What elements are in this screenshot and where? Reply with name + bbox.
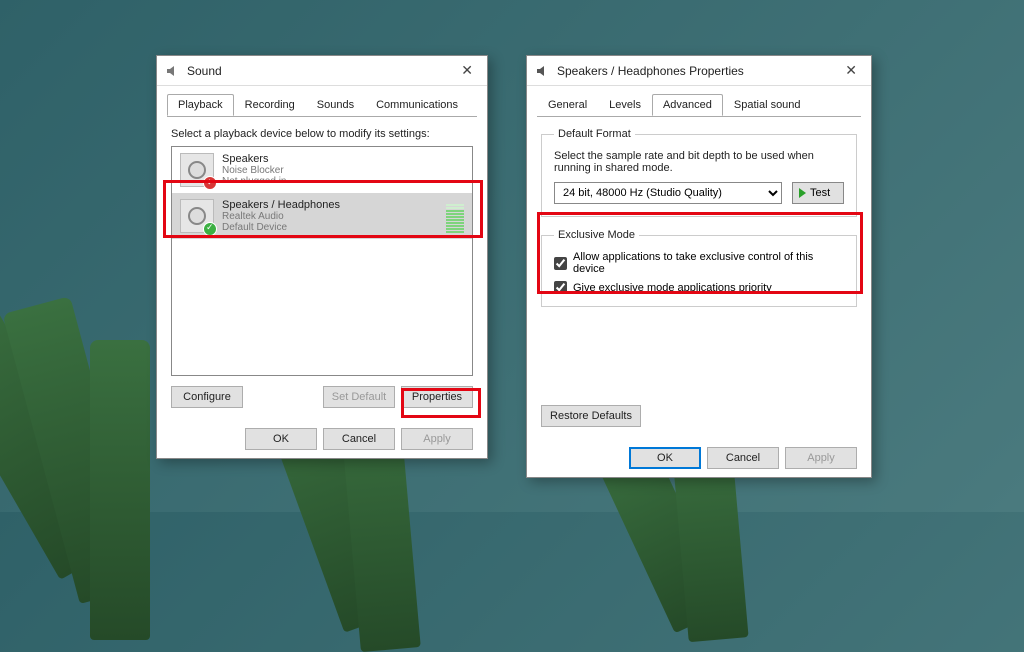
device-driver: Realtek Audio bbox=[222, 211, 438, 222]
tab-sounds[interactable]: Sounds bbox=[306, 94, 365, 116]
exclusive-priority-checkbox[interactable]: Give exclusive mode applications priorit… bbox=[554, 281, 844, 294]
test-button[interactable]: Test bbox=[792, 182, 844, 204]
cancel-button[interactable]: Cancel bbox=[323, 428, 395, 450]
play-icon bbox=[799, 188, 806, 198]
sound-dialog: Sound ✕ Playback Recording Sounds Commun… bbox=[156, 55, 488, 459]
sound-title: Sound bbox=[187, 64, 455, 78]
apply-button[interactable]: Apply bbox=[785, 447, 857, 469]
speaker-icon bbox=[180, 153, 214, 187]
sound-tabs: Playback Recording Sounds Communications bbox=[157, 86, 487, 116]
speaker-icon bbox=[180, 199, 214, 233]
properties-button[interactable]: Properties bbox=[401, 386, 473, 408]
ok-button[interactable]: OK bbox=[245, 428, 317, 450]
sound-icon bbox=[165, 63, 181, 79]
tab-general[interactable]: General bbox=[537, 94, 598, 116]
set-default-button[interactable]: Set Default bbox=[323, 386, 395, 408]
exclusive-control-checkbox[interactable]: Allow applications to take exclusive con… bbox=[554, 251, 844, 275]
playback-hint: Select a playback device below to modify… bbox=[171, 128, 473, 140]
tab-advanced[interactable]: Advanced bbox=[652, 94, 723, 116]
format-legend: Default Format bbox=[554, 128, 635, 140]
playback-device-list[interactable]: Speakers Noise Blocker Not plugged in Sp… bbox=[171, 146, 473, 376]
device-status: Not plugged in bbox=[222, 176, 464, 182]
level-meter bbox=[446, 199, 464, 233]
restore-defaults-button[interactable]: Restore Defaults bbox=[541, 405, 641, 427]
format-desc: Select the sample rate and bit depth to … bbox=[554, 150, 844, 174]
close-icon[interactable]: ✕ bbox=[839, 62, 863, 79]
exclusive-mode-group: Exclusive Mode Allow applications to tak… bbox=[541, 229, 857, 307]
device-name: Speakers bbox=[222, 153, 464, 165]
tab-levels[interactable]: Levels bbox=[598, 94, 652, 116]
device-row[interactable]: Speakers / Headphones Realtek Audio Defa… bbox=[172, 193, 472, 239]
properties-dialog: Speakers / Headphones Properties ✕ Gener… bbox=[526, 55, 872, 478]
props-title: Speakers / Headphones Properties bbox=[557, 64, 839, 78]
speaker-icon bbox=[535, 63, 551, 79]
device-row[interactable]: Speakers Noise Blocker Not plugged in bbox=[172, 147, 472, 193]
tab-playback[interactable]: Playback bbox=[167, 94, 234, 116]
props-tabs: General Levels Advanced Spatial sound bbox=[527, 86, 871, 116]
tab-recording[interactable]: Recording bbox=[234, 94, 306, 116]
device-status: Default Device bbox=[222, 222, 438, 233]
format-select[interactable]: 24 bit, 48000 Hz (Studio Quality) bbox=[554, 182, 782, 204]
apply-button[interactable]: Apply bbox=[401, 428, 473, 450]
configure-button[interactable]: Configure bbox=[171, 386, 243, 408]
default-badge bbox=[203, 222, 217, 236]
ok-button[interactable]: OK bbox=[629, 447, 701, 469]
sound-titlebar: Sound ✕ bbox=[157, 56, 487, 86]
props-titlebar: Speakers / Headphones Properties ✕ bbox=[527, 56, 871, 86]
device-name: Speakers / Headphones bbox=[222, 199, 438, 211]
cancel-button[interactable]: Cancel bbox=[707, 447, 779, 469]
not-plugged-badge bbox=[203, 176, 217, 190]
exclusive-legend: Exclusive Mode bbox=[554, 229, 639, 241]
tab-communications[interactable]: Communications bbox=[365, 94, 469, 116]
default-format-group: Default Format Select the sample rate an… bbox=[541, 128, 857, 217]
device-driver: Noise Blocker bbox=[222, 165, 464, 176]
tab-spatial[interactable]: Spatial sound bbox=[723, 94, 812, 116]
close-icon[interactable]: ✕ bbox=[455, 62, 479, 79]
